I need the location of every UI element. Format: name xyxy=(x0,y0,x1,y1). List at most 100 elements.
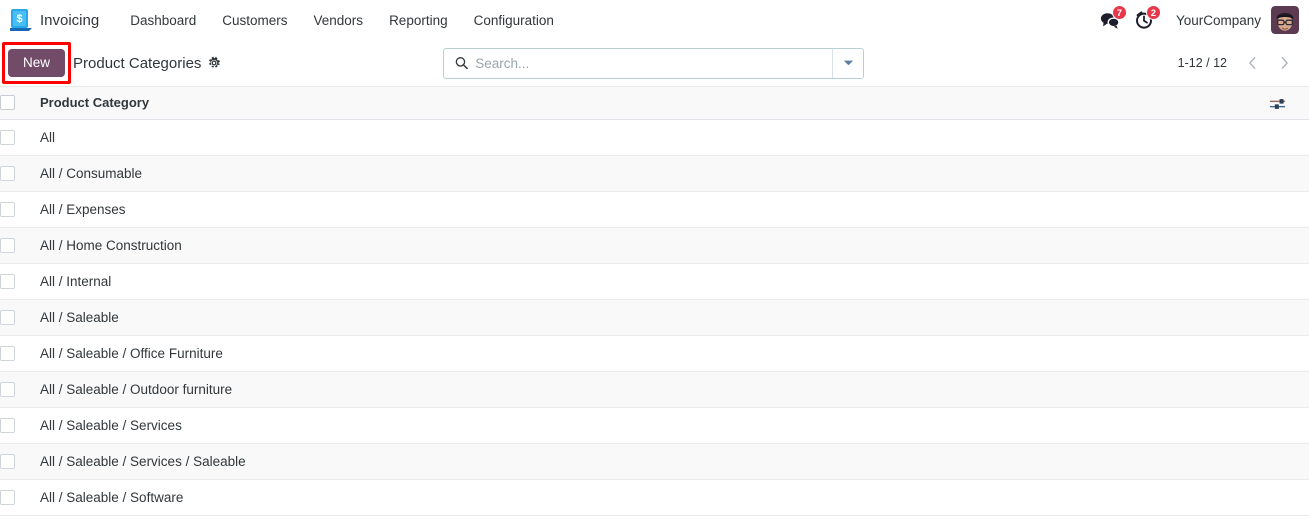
row-spacer-cell xyxy=(1269,371,1309,408)
row-spacer-cell xyxy=(1269,479,1309,516)
page-title: Product Categories xyxy=(73,54,202,72)
table-row[interactable]: All / Expenses xyxy=(0,191,1309,228)
row-spacer-cell xyxy=(1269,191,1309,228)
row-spacer-cell xyxy=(1269,299,1309,336)
invoicing-app-icon[interactable]: $ xyxy=(8,7,34,33)
table-row[interactable]: All / Saleable xyxy=(0,299,1309,336)
row-spacer-cell xyxy=(1269,227,1309,264)
pager-label[interactable]: 1-12 / 12 xyxy=(1178,56,1227,70)
optional-columns-header xyxy=(1269,87,1309,120)
main-menu: Dashboard Customers Vendors Reporting Co… xyxy=(117,7,567,34)
row-select-cell xyxy=(0,191,40,228)
cell-product-category[interactable]: All / Saleable / Services / Saleable xyxy=(40,443,1269,480)
row-select-cell xyxy=(0,263,40,300)
chevron-left-icon xyxy=(1248,57,1255,69)
pager: 1-12 / 12 xyxy=(1178,49,1299,77)
row-select-cell xyxy=(0,299,40,336)
row-spacer-cell xyxy=(1269,155,1309,192)
new-button-container: New xyxy=(2,41,72,85)
cell-product-category[interactable]: All / Saleable / Outdoor furniture xyxy=(40,371,1269,408)
row-checkbox[interactable] xyxy=(0,489,15,505)
search-bar xyxy=(443,47,864,79)
sliders-icon[interactable] xyxy=(1269,97,1286,111)
list-view: Product Category All All / Consumable All … xyxy=(0,86,1309,516)
activities-button[interactable]: 2 xyxy=(1128,5,1162,35)
cell-product-category[interactable]: All / Consumable xyxy=(40,155,1269,192)
chevron-right-icon xyxy=(1281,57,1288,69)
cell-product-category[interactable]: All / Saleable / Services xyxy=(40,407,1269,444)
messages-badge: 7 xyxy=(1111,5,1127,20)
pager-next-button[interactable] xyxy=(1269,49,1299,77)
menu-item-configuration[interactable]: Configuration xyxy=(461,7,567,34)
menu-item-customers[interactable]: Customers xyxy=(209,7,300,34)
user-avatar[interactable] xyxy=(1271,6,1299,34)
table-row[interactable]: All / Saleable / Software xyxy=(0,479,1309,516)
row-spacer-cell xyxy=(1269,335,1309,372)
row-spacer-cell xyxy=(1269,443,1309,480)
row-select-cell xyxy=(0,119,40,156)
row-select-cell xyxy=(0,479,40,516)
row-checkbox[interactable] xyxy=(0,273,15,289)
row-select-cell xyxy=(0,443,40,480)
row-checkbox[interactable] xyxy=(0,201,15,217)
caret-down-icon xyxy=(843,60,853,66)
table-row[interactable]: All / Saleable / Services xyxy=(0,407,1309,444)
messages-button[interactable]: 7 xyxy=(1094,5,1128,35)
company-name[interactable]: YourCompany xyxy=(1162,13,1271,28)
row-checkbox[interactable] xyxy=(0,129,15,145)
table-row[interactable]: All / Saleable / Office Furniture xyxy=(0,335,1309,372)
menu-item-reporting[interactable]: Reporting xyxy=(376,7,461,34)
cell-product-category[interactable]: All / Expenses xyxy=(40,191,1269,228)
activities-badge: 2 xyxy=(1145,5,1161,20)
new-button[interactable]: New xyxy=(8,48,66,78)
row-select-cell xyxy=(0,371,40,408)
cell-product-category[interactable]: All / Saleable / Software xyxy=(40,479,1269,516)
control-panel: New Product Categories 1-12 / 12 xyxy=(0,40,1309,86)
table-header-row: Product Category xyxy=(0,87,1309,120)
cell-product-category[interactable]: All / Saleable / Office Furniture xyxy=(40,335,1269,372)
cell-product-category[interactable]: All / Internal xyxy=(40,263,1269,300)
table-row[interactable]: All / Consumable xyxy=(0,155,1309,192)
row-checkbox[interactable] xyxy=(0,309,15,325)
search-field[interactable] xyxy=(444,49,832,78)
column-header-product-category[interactable]: Product Category xyxy=(40,87,1269,120)
breadcrumb: Product Categories xyxy=(73,55,221,72)
cell-product-category[interactable]: All / Home Construction xyxy=(40,227,1269,264)
table-row[interactable]: All / Saleable / Outdoor furniture xyxy=(0,371,1309,408)
table-row[interactable]: All xyxy=(0,119,1309,156)
top-navbar: $ Invoicing Dashboard Customers Vendors … xyxy=(0,0,1309,40)
app-name[interactable]: Invoicing xyxy=(40,12,99,29)
menu-item-dashboard[interactable]: Dashboard xyxy=(117,7,209,34)
row-spacer-cell xyxy=(1269,119,1309,156)
cell-product-category[interactable]: All xyxy=(40,119,1269,156)
gear-icon[interactable] xyxy=(207,56,221,70)
table-header: Product Category xyxy=(0,87,1309,120)
navbar-right-actions: 7 2 YourCompany xyxy=(1094,5,1299,35)
row-checkbox[interactable] xyxy=(0,237,15,253)
search-icon xyxy=(455,57,468,70)
search-input[interactable] xyxy=(475,55,824,71)
product-categories-table: Product Category All All / Consumable All … xyxy=(0,87,1309,516)
cell-product-category[interactable]: All / Saleable xyxy=(40,299,1269,336)
menu-item-vendors[interactable]: Vendors xyxy=(301,7,377,34)
row-checkbox[interactable] xyxy=(0,381,15,397)
row-select-cell xyxy=(0,335,40,372)
table-row[interactable]: All / Home Construction xyxy=(0,227,1309,264)
select-all-header xyxy=(0,87,40,120)
row-checkbox[interactable] xyxy=(0,417,15,433)
row-checkbox[interactable] xyxy=(0,453,15,469)
row-select-cell xyxy=(0,155,40,192)
row-checkbox[interactable] xyxy=(0,165,15,181)
row-spacer-cell xyxy=(1269,263,1309,300)
row-select-cell xyxy=(0,227,40,264)
table-body: All All / Consumable All / Expenses All / H… xyxy=(0,119,1309,516)
row-select-cell xyxy=(0,407,40,444)
search-dropdown-toggle[interactable] xyxy=(832,48,863,78)
row-spacer-cell xyxy=(1269,407,1309,444)
table-row[interactable]: All / Saleable / Services / Saleable xyxy=(0,443,1309,480)
row-checkbox[interactable] xyxy=(0,345,15,361)
svg-text:$: $ xyxy=(16,13,22,25)
table-row[interactable]: All / Internal xyxy=(0,263,1309,300)
pager-previous-button[interactable] xyxy=(1237,49,1267,77)
select-all-checkbox[interactable] xyxy=(0,95,15,111)
